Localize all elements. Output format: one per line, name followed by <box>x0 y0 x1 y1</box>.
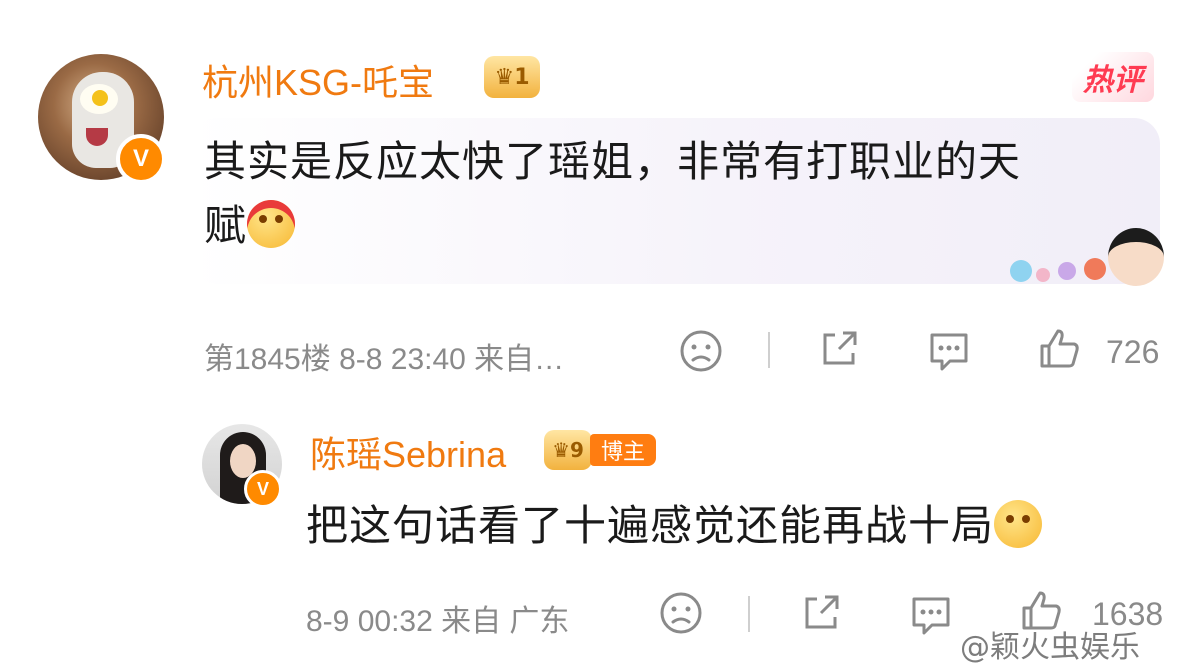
reply-text-content: 把这句话看了十遍感觉还能再战十局 <box>306 501 995 550</box>
unhappy-face-icon[interactable] <box>678 328 724 374</box>
flower-icon <box>1036 268 1050 282</box>
comment-icon[interactable] <box>926 328 972 374</box>
comment-text[interactable]: 其实是反应太快了瑶姐，非常有打职业的天 赋 <box>204 130 1144 258</box>
reply-text[interactable]: 把这句话看了十遍感觉还能再战十局 <box>306 498 1043 554</box>
action-divider <box>748 596 750 632</box>
verified-badge-icon: V <box>244 470 282 508</box>
blogger-tag: 博主 <box>590 434 656 466</box>
flower-icon <box>1058 262 1076 280</box>
comment-text-line2: 赋 <box>204 201 248 250</box>
comment-text-line1: 其实是反应太快了瑶姐，非常有打职业的天 <box>204 137 1022 186</box>
replier-username[interactable]: 陈瑶Sebrina <box>310 426 506 478</box>
flower-icon <box>1084 258 1106 280</box>
cartoon-girl-sticker-icon <box>1108 228 1164 286</box>
share-icon[interactable] <box>816 326 862 372</box>
reply-meta: 8-9 00:32 来自 广东 <box>306 605 570 638</box>
avatar-yolk <box>92 90 108 106</box>
hot-comment-tag: 热评 <box>1072 52 1154 102</box>
thumbs-up-icon[interactable] <box>1036 326 1082 372</box>
share-icon[interactable] <box>798 590 844 636</box>
headband-emoji-icon <box>247 200 296 248</box>
commenter-username[interactable]: 杭州KSG-吒宝 <box>202 54 434 106</box>
crown-badge-icon: ♛ 9 <box>544 430 592 470</box>
surprised-emoji-icon <box>994 500 1043 548</box>
crown-level: 1 <box>514 64 530 90</box>
unhappy-face-icon[interactable] <box>658 590 704 636</box>
crown-badge-icon: ♛ 1 <box>484 56 540 98</box>
crown-level: 9 <box>570 438 584 462</box>
like-count: 726 <box>1106 334 1160 370</box>
comment-meta: 第1845楼 8-8 23:40 来自… <box>204 343 565 376</box>
watermark: @颖火虫娱乐 <box>960 630 1140 665</box>
comment-thread: V 杭州KSG-吒宝 ♛ 1 热评 其实是反应太快了瑶姐，非常有打职业的天 赋 第… <box>0 0 1200 670</box>
verified-badge-icon: V <box>116 134 166 184</box>
flower-icon <box>1010 260 1032 282</box>
comment-icon[interactable] <box>908 592 954 638</box>
action-divider <box>768 332 770 368</box>
